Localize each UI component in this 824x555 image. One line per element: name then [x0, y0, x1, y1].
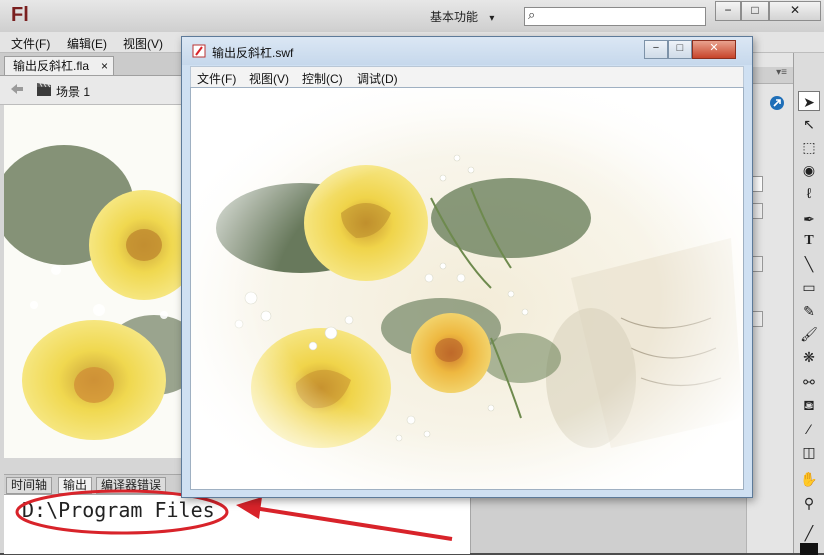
document-tabbar: 输出反斜杠.fla × — [0, 53, 182, 76]
text-tool-icon[interactable]: T — [798, 231, 820, 251]
menu-edit[interactable]: 编辑(E) — [67, 35, 107, 52]
clapper-icon — [37, 83, 51, 96]
selection-tool-icon[interactable]: ➤ — [798, 91, 820, 111]
pen-icon[interactable]: ✒ — [798, 209, 820, 229]
swf-maximize-button[interactable]: □ — [668, 40, 692, 59]
eyedropper-icon[interactable]: ⁄ — [798, 419, 820, 439]
subselection-tool-icon[interactable]: ↖ — [798, 114, 820, 134]
stroke-color-icon[interactable]: ╱ — [798, 523, 820, 543]
maximize-button[interactable]: □ — [741, 1, 769, 21]
deco-icon[interactable]: ❋ — [798, 347, 820, 367]
minimize-button[interactable]: − — [715, 1, 741, 21]
search-input[interactable]: ⌕ — [524, 7, 706, 26]
tools-panel: ➤ ↖ ⬚ ◉ ℓ ✒ T ╲ ▭ ✎ 🖌 ❋ ⚯ ⛾ ⁄ ◫ ✋ ⚲ ╱ — [793, 53, 824, 555]
menu-view[interactable]: 视图(V) — [123, 35, 163, 52]
workspace-label: 基本功能 — [430, 10, 479, 24]
ide-titlebar: Fl 基本功能 ▾ ⌕ − □ ✕ — [0, 0, 824, 33]
chevron-down-icon: ▾ — [489, 13, 495, 24]
close-icon[interactable]: × — [101, 57, 108, 76]
workspace-switcher[interactable]: 基本功能 ▾ — [430, 8, 494, 25]
swf-close-button[interactable]: ✕ — [692, 40, 736, 59]
lasso-icon[interactable]: ℓ — [798, 183, 820, 203]
line-tool-icon[interactable]: ╲ — [798, 254, 820, 274]
back-arrow-icon[interactable] — [10, 83, 24, 95]
rectangle-tool-icon[interactable]: ▭ — [798, 277, 820, 297]
document-tab[interactable]: 输出反斜杠.fla × — [4, 56, 114, 75]
link-icon[interactable] — [769, 95, 785, 111]
menu-file[interactable]: 文件(F) — [11, 35, 50, 52]
stage-canvas[interactable] — [4, 105, 182, 458]
pencil-icon[interactable]: ✎ — [798, 301, 820, 321]
properties-panel-header: ▾≡ — [747, 67, 793, 84]
flash-player-icon — [192, 44, 206, 58]
swf-player-window: 输出反斜杠.swf − □ ✕ 文件(F) 视图(V) 控制(C) 调试(D) — [181, 36, 753, 498]
scene-label: 场景 1 — [56, 85, 91, 99]
swf-menu-file[interactable]: 文件(F) — [197, 70, 236, 87]
properties-panel: ▾≡ — [746, 53, 793, 553]
swf-minimize-button[interactable]: − — [644, 40, 668, 59]
swf-window-title: 输出反斜杠.swf — [212, 46, 294, 60]
document-tab-label: 输出反斜杠.fla — [13, 59, 90, 73]
zoom-icon[interactable]: ⚲ — [798, 493, 820, 513]
search-icon: ⌕ — [528, 7, 536, 22]
free-transform-icon[interactable]: ⬚ — [798, 137, 820, 157]
eraser-icon[interactable]: ◫ — [798, 442, 820, 462]
panel-menu-icon[interactable]: ▾≡ — [776, 67, 787, 78]
swf-menubar: 文件(F) 视图(V) 控制(C) 调试(D) — [190, 66, 744, 88]
swf-menu-view[interactable]: 视图(V) — [249, 70, 289, 87]
swf-menu-debug[interactable]: 调试(D) — [357, 70, 398, 87]
flash-logo: Fl — [11, 4, 29, 26]
close-button[interactable]: ✕ — [769, 1, 821, 21]
output-scroll-area — [470, 494, 747, 553]
swf-menu-control[interactable]: 控制(C) — [302, 70, 343, 87]
swf-movie-area — [190, 87, 744, 490]
output-panel: D:\Program Files — [4, 489, 470, 554]
bone-icon[interactable]: ⚯ — [798, 372, 820, 392]
fill-color-swatch[interactable] — [800, 543, 818, 555]
3d-rotation-icon[interactable]: ◉ — [798, 160, 820, 180]
roses-movie-image — [191, 88, 743, 489]
swf-titlebar: 输出反斜杠.swf − □ ✕ — [182, 37, 752, 65]
hand-icon[interactable]: ✋ — [798, 469, 820, 489]
scene-bar: 场景 1 — [0, 76, 182, 105]
roses-stage-image — [4, 105, 182, 458]
brush-icon[interactable]: 🖌 — [798, 324, 820, 344]
paint-bucket-icon[interactable]: ⛾ — [798, 395, 820, 415]
